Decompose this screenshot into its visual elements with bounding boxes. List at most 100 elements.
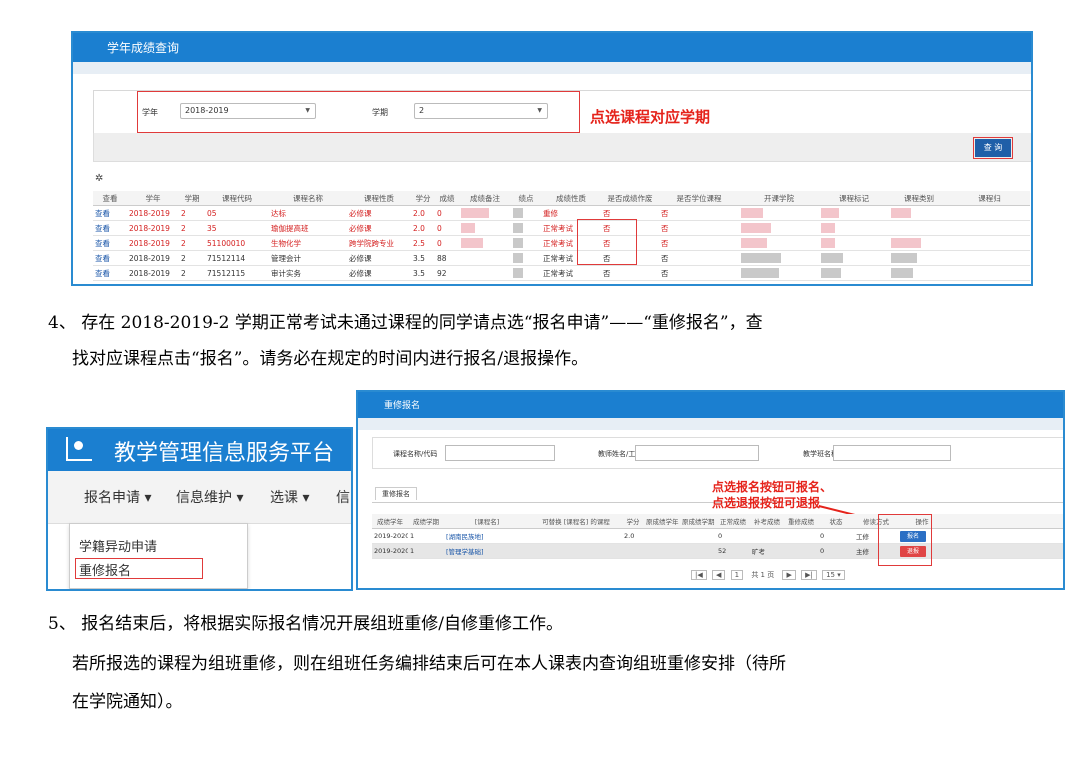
table-row: 查看 2018-2019 2 71512115 审计实务 必修课 3.5 92 … (93, 265, 1030, 281)
menu-more[interactable]: 信 (336, 487, 350, 507)
cell-redacted (511, 265, 541, 281)
col-header[interactable]: 成绩学年 (372, 514, 408, 529)
user-monitor-icon (66, 437, 92, 461)
col-header[interactable]: 学分 (411, 191, 435, 206)
col-header[interactable]: 课程标记 (819, 191, 889, 206)
cell-code: 71512114 (205, 250, 269, 266)
next-page-button[interactable]: ▶ (782, 570, 796, 580)
retake-highlight-box (75, 558, 203, 579)
view-link[interactable]: 查看 (93, 265, 127, 281)
cell-credit: 2.0 (411, 205, 435, 221)
col-header[interactable]: 成绩性质 (541, 191, 601, 206)
cell-term: 1 (408, 543, 444, 559)
col-header[interactable]: 开课学院 (739, 191, 819, 206)
platform-menu-screenshot: 教学管理信息服务平台 报名申请 ▾ 信息维护 ▾ 选课 ▾ 信 学籍异动申请 重… (46, 427, 353, 591)
query-button[interactable]: 查 询 (973, 137, 1013, 159)
cell-nature: 必修课 (347, 205, 411, 221)
step4-line2: 找对应课程点击“报名”。请务必在规定的时间内进行报名/退报操作。 (72, 349, 589, 369)
col-header[interactable]: 课程代码 (205, 191, 269, 206)
last-page-button[interactable]: ▶| (801, 570, 817, 580)
cell-credit: 2.0 (411, 220, 435, 236)
grade-table-header: 查看 学年 学期 课程代码 课程名称 课程性质 学分 成绩 成绩备注 绩点 成绩… (93, 191, 1030, 206)
cell-empty (949, 250, 1030, 266)
col-header[interactable]: 补考成绩 (750, 514, 784, 529)
cell-course-name: 审计实务 (269, 265, 347, 281)
menu-registration[interactable]: 报名申请 ▾ (84, 487, 151, 507)
col-header[interactable]: 是否学位课程 (659, 191, 739, 206)
page-number-input[interactable]: 1 (730, 570, 744, 580)
cell-empty (949, 235, 1030, 251)
cell-void: 否 (601, 265, 659, 281)
col-header[interactable]: 是否成绩作废 (601, 191, 659, 206)
cell-term: 2 (179, 265, 205, 281)
view-link[interactable]: 查看 (93, 220, 127, 236)
course-input[interactable] (445, 445, 555, 461)
col-header[interactable]: 状态 (818, 514, 854, 529)
menu-info-maintenance[interactable]: 信息维护 ▾ (176, 487, 243, 507)
teacher-input[interactable] (635, 445, 759, 461)
col-header[interactable]: 课程归 (949, 191, 1030, 206)
step5-line2: 若所报选的课程为组班重修，则在组班任务编排结束后可在本人课表内查询组班重修安排（… (72, 654, 786, 674)
page-size-select[interactable]: 15 ▾ (822, 570, 845, 580)
retake-table: 成绩学年 成绩学期 [课程名] 可替换 [课程名] 的课程 学分 原成绩学年 原… (372, 514, 1063, 559)
cell-nature: 跨学院跨专业 (347, 235, 411, 251)
course-link[interactable]: [管理学基础] (444, 543, 530, 559)
view-link[interactable]: 查看 (93, 250, 127, 266)
gear-icon[interactable]: ✲ (95, 173, 103, 184)
cell-redacted (819, 250, 889, 266)
cell-redacted (819, 205, 889, 221)
cell-degree: 否 (659, 235, 739, 251)
col-header[interactable]: 课程名称 (269, 191, 347, 206)
cell-nature: 必修课 (347, 220, 411, 236)
first-page-button[interactable]: |◀ (691, 570, 707, 580)
col-header[interactable]: 查看 (93, 191, 127, 206)
term-highlight-box (137, 91, 580, 133)
col-header[interactable]: 重修成绩 (784, 514, 818, 529)
retake-search-form: 课程名称/代码 教师姓名/工号 教学班名称 (372, 437, 1063, 469)
cell-redacted (889, 250, 949, 266)
view-link[interactable]: 查看 (93, 205, 127, 221)
col-header-empty (946, 514, 1063, 529)
cell-course-name: 达标 (269, 205, 347, 221)
prev-page-button[interactable]: ◀ (711, 570, 726, 580)
col-header[interactable]: 课程性质 (347, 191, 411, 206)
col-header[interactable]: 正常成绩 (716, 514, 750, 529)
course-label: 课程名称/代码 (393, 450, 438, 458)
col-header[interactable]: 成绩备注 (459, 191, 511, 206)
cell-redacted (459, 265, 511, 281)
cell-score: 0 (435, 220, 459, 236)
col-header[interactable]: 绩点 (511, 191, 541, 206)
cell-retake-score (784, 543, 818, 559)
view-link[interactable]: 查看 (93, 235, 127, 251)
tab-retake[interactable]: 重修报名 (375, 487, 417, 500)
cell-redacted (739, 250, 819, 266)
course-link[interactable]: [湖南民族地] (444, 528, 530, 544)
col-header[interactable]: 学分 (622, 514, 644, 529)
cell-score: 92 (435, 265, 459, 281)
table-row: 查看 2018-2019 2 05 达标 必修课 2.0 0 重修 否 否 (93, 205, 1030, 221)
cell-empty (530, 543, 622, 559)
menu-course-selection[interactable]: 选课 ▾ (270, 487, 309, 507)
col-header[interactable]: 成绩 (435, 191, 459, 206)
retake-registration-screenshot: 重修报名 课程名称/代码 教师姓名/工号 教学班名称 重修报名 点选报名按钮可报… (356, 390, 1065, 590)
col-header[interactable]: 成绩学期 (408, 514, 444, 529)
col-header[interactable]: [课程名] (444, 514, 530, 529)
exam-type-highlight-box (577, 219, 637, 265)
cell-empty (949, 220, 1030, 236)
col-header[interactable]: 学年 (127, 191, 179, 206)
col-header[interactable]: 学期 (179, 191, 205, 206)
cell-redacted (511, 235, 541, 251)
dropdown-item-status-change[interactable]: 学籍异动申请 (79, 536, 157, 555)
cell-redacted (819, 265, 889, 281)
col-header[interactable]: 原成绩学期 (680, 514, 716, 529)
col-header[interactable]: 可替换 [课程名] 的课程 (530, 514, 622, 529)
cell-course-name: 瑜伽提高班 (269, 220, 347, 236)
step5-line1: 5、 报名结束后，将根据实际报名情况开展组班重修/自修重修工作。 (48, 614, 563, 634)
cell-empty (946, 543, 1063, 559)
col-header[interactable]: 课程类别 (889, 191, 949, 206)
class-input[interactable] (833, 445, 951, 461)
cell-redacted (889, 235, 949, 251)
col-header[interactable]: 原成绩学年 (644, 514, 680, 529)
cell-empty (680, 543, 716, 559)
cell-redacted (459, 250, 511, 266)
